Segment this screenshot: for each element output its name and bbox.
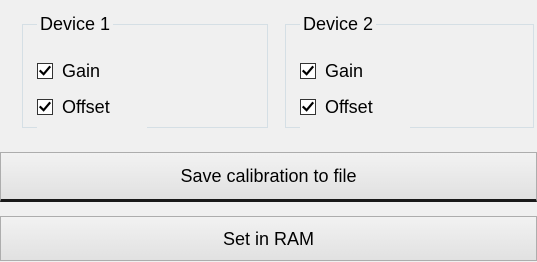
device-1-offset-label: Offset	[62, 97, 110, 117]
checkbox-checked-icon[interactable]	[300, 63, 316, 79]
device-1-gain-label: Gain	[62, 61, 101, 81]
device-2-gain-label: Gain	[325, 61, 364, 81]
checkmark-icon	[302, 101, 314, 112]
device-1-groupbox: Device 1 Gain Offset	[22, 13, 268, 128]
checkmark-icon	[39, 65, 51, 76]
checkmark-icon	[39, 101, 51, 112]
groupbox-border-gap	[37, 125, 147, 128]
checkbox-checked-icon[interactable]	[300, 99, 316, 115]
groupbox-border-gap	[300, 125, 410, 128]
checkmark-icon	[302, 65, 314, 76]
set-in-ram-button[interactable]: Set in RAM	[0, 216, 537, 261]
save-calibration-button[interactable]: Save calibration to file	[0, 152, 537, 202]
device-1-offset-checkbox[interactable]: Offset	[37, 95, 110, 119]
device-2-groupbox: Device 2 Gain Offset	[285, 13, 534, 128]
device-2-title: Device 2	[300, 13, 377, 35]
device-2-offset-label: Offset	[325, 97, 373, 117]
device-2-gain-checkbox[interactable]: Gain	[300, 59, 363, 83]
device-2-offset-checkbox[interactable]: Offset	[300, 95, 373, 119]
checkbox-checked-icon[interactable]	[37, 63, 53, 79]
checkbox-checked-icon[interactable]	[37, 99, 53, 115]
device-1-title: Device 1	[37, 13, 114, 35]
device-1-gain-checkbox[interactable]: Gain	[37, 59, 100, 83]
